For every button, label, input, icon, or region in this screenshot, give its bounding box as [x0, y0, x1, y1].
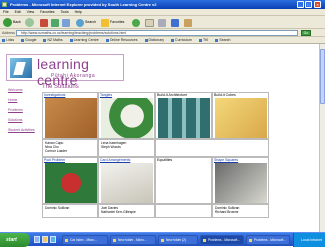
link-item[interactable]: Dictionary	[145, 38, 165, 42]
scrollbar-thumb[interactable]	[320, 49, 325, 104]
menu-file[interactable]: File	[3, 10, 9, 14]
page-content: learning centre Pūtahi Akoranga Welcome …	[0, 44, 325, 232]
solution-card-pool-problem[interactable]: Pool Problem	[42, 157, 98, 204]
history-icon[interactable]	[132, 19, 140, 27]
link-item[interactable]: Curriculum	[171, 38, 192, 42]
menu-edit[interactable]: Edit	[15, 10, 21, 14]
solution-thumbnail[interactable]	[45, 163, 97, 203]
solution-title: Build-it Architecture	[157, 93, 188, 97]
link-item[interactable]: Search	[215, 38, 230, 42]
solution-card-investigations[interactable]: Investigations	[42, 92, 98, 139]
minimize-button[interactable]: _	[297, 1, 304, 8]
search-icon[interactable]	[76, 19, 84, 27]
solution-card-shape-squares[interactable]: Shape Squares	[212, 157, 269, 204]
window-titlebar: Problems - Microsoft Internet Explorer p…	[0, 0, 325, 9]
logo-mark-icon	[10, 58, 32, 78]
solution-link[interactable]: Shape Squares	[214, 158, 238, 162]
link-item[interactable]: Google	[21, 38, 36, 42]
back-arrow-icon[interactable]	[3, 18, 12, 27]
menu-help[interactable]: Help	[75, 10, 82, 14]
menu-tools[interactable]: Tools	[60, 10, 68, 14]
sidebar-item-student-activities[interactable]: Student Activities	[8, 128, 36, 132]
sidebar-item-problems[interactable]: Problems	[8, 108, 36, 112]
link-item[interactable]: Links	[2, 38, 14, 42]
sidebar-item-solutions[interactable]: Solutions	[8, 118, 36, 122]
menu-favorites[interactable]: Favorites	[40, 10, 54, 14]
quicklaunch-desktop-icon[interactable]	[34, 236, 40, 243]
solution-thumbnail[interactable]	[45, 98, 97, 138]
go-button[interactable]: Go	[301, 30, 311, 36]
refresh-icon[interactable]	[51, 19, 59, 27]
student-names: Dominic Sullivan	[42, 204, 98, 218]
close-button[interactable]: ×	[314, 1, 321, 8]
solution-thumbnail[interactable]	[158, 98, 210, 138]
solution-thumbnail[interactable]	[215, 98, 267, 138]
student-names-empty	[155, 204, 212, 218]
link-item[interactable]: TKI	[199, 38, 208, 42]
link-item[interactable]: Online Resources	[106, 38, 138, 42]
quicklaunch-ie-icon[interactable]	[50, 236, 56, 243]
logo-subtitle: Pūtahi Akoranga	[51, 73, 96, 79]
browser-toolbar: Back Search Favorites	[0, 16, 325, 29]
taskbar-window-button[interactable]: Problems - Microsoft...	[246, 235, 290, 245]
solution-thumbnail[interactable]	[101, 98, 153, 138]
sidebar-nav: Welcome Home Problems Solutions Student …	[8, 88, 36, 220]
address-label: Address	[2, 31, 15, 35]
search-label[interactable]: Search	[85, 20, 96, 24]
window-title: Problems - Microsoft Internet Explorer p…	[10, 2, 157, 7]
taskbar-window-button[interactable]: New folder - Micro...	[110, 235, 156, 245]
solution-thumbnail[interactable]	[101, 163, 153, 203]
stop-icon[interactable]	[40, 19, 48, 27]
learning-centre-logo[interactable]: learning centre Pūtahi Akoranga	[6, 54, 124, 88]
system-tray[interactable]: Local intranet	[293, 233, 325, 247]
home-icon[interactable]	[62, 19, 70, 27]
solution-link[interactable]: Card Arrangements	[100, 158, 130, 162]
print-icon[interactable]	[158, 19, 166, 27]
links-bar: Links Google NZ Maths Learning Centre On…	[0, 37, 325, 44]
sidebar-item-welcome[interactable]: Welcome	[8, 88, 36, 92]
link-item[interactable]: NZ Maths	[43, 38, 62, 42]
solution-link[interactable]: Tangles	[100, 93, 112, 97]
student-names: Joel Davies Nathaniel Kerr-Gillespie	[98, 204, 155, 218]
solution-card-tangles[interactable]: Tangles	[98, 92, 155, 139]
solution-link[interactable]: Pool Problem	[44, 158, 65, 162]
menu-bar: File Edit View Favorites Tools Help	[0, 9, 325, 16]
solution-card-card-arrangements[interactable]: Card Arrangements	[98, 157, 155, 204]
forward-arrow-icon[interactable]	[25, 18, 34, 27]
favorites-label[interactable]: Favorites	[110, 20, 124, 24]
edit-page-icon[interactable]	[171, 19, 179, 27]
solution-card-build-it-cubes[interactable]: Build-it Cubes	[212, 92, 269, 139]
taskbar-window-button[interactable]: New folder (2)	[158, 235, 198, 245]
solution-card-build-it-architecture[interactable]: Build-it Architecture	[155, 92, 212, 139]
taskbar-window-button-active[interactable]: Problems - Microsoft...	[200, 235, 244, 245]
messenger-icon[interactable]	[184, 19, 192, 27]
ie-app-icon	[2, 2, 7, 7]
sidebar-item-home[interactable]: Home	[8, 98, 36, 102]
solution-title: Build-it Cubes	[214, 93, 236, 97]
address-bar: Address http://www.nzmaths.co.nz/learnin…	[0, 29, 325, 37]
solution-thumbnail[interactable]	[215, 163, 267, 203]
student-names-empty	[155, 139, 269, 157]
address-input[interactable]: http://www.nzmaths.co.nz/learning/teachi…	[16, 30, 298, 36]
student-names: Kanan Capu Nina Chu Connor Loader	[42, 139, 98, 157]
maximize-button[interactable]: □	[305, 1, 312, 8]
student-names: Dominic Sullivan Richard Browne	[212, 204, 269, 218]
solution-link[interactable]: Investigations	[44, 93, 65, 97]
favorites-star-icon[interactable]	[101, 19, 109, 27]
start-button[interactable]: start	[0, 233, 30, 247]
solution-card-equalities[interactable]: Equalities	[155, 157, 212, 204]
windows-taskbar: start Cat Index - Micro... New folder - …	[0, 232, 325, 247]
taskbar-window-button[interactable]: Cat Index - Micro...	[62, 235, 108, 245]
student-names: Lena Issenhagen Steph Woods	[98, 139, 155, 157]
back-label[interactable]: Back	[13, 20, 21, 24]
menu-view[interactable]: View	[27, 10, 35, 14]
vertical-scrollbar[interactable]	[319, 44, 325, 232]
page-title: The Solutions	[42, 84, 79, 90]
link-item[interactable]: Learning Centre	[70, 38, 99, 42]
solution-title: Equalities	[157, 158, 173, 162]
quicklaunch-folder-icon[interactable]	[42, 236, 48, 243]
mail-icon[interactable]	[145, 19, 154, 27]
